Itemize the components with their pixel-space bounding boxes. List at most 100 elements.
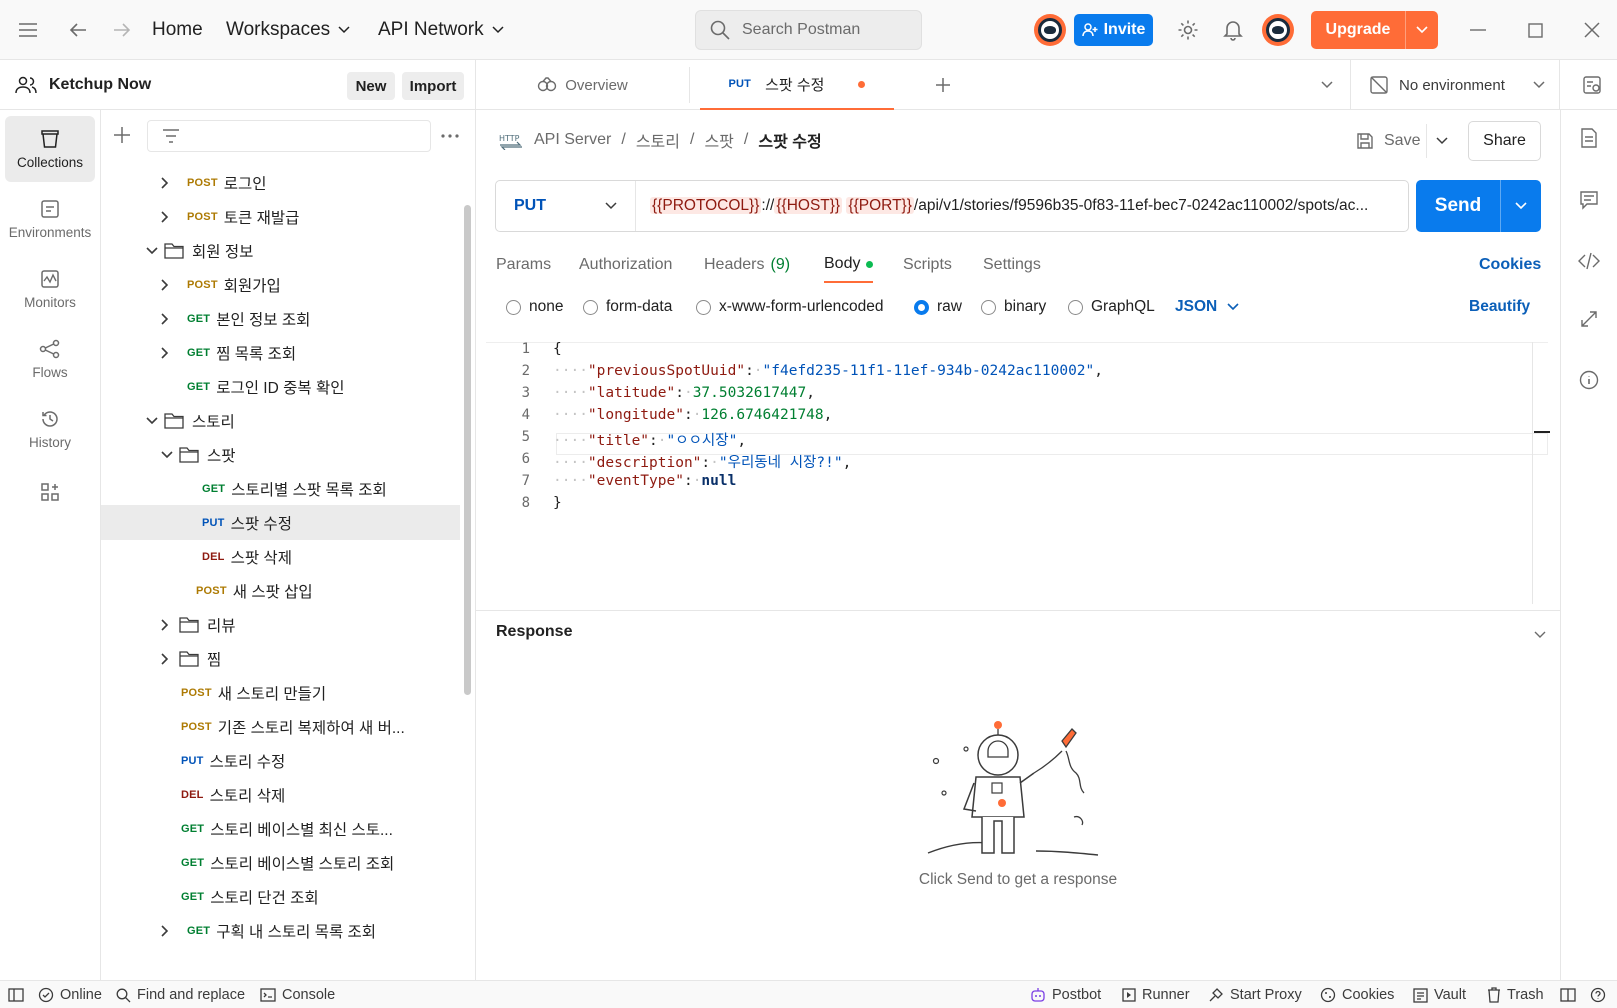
radio-raw[interactable]: raw [914, 296, 962, 318]
tree-request[interactable]: DEL 스토리 삭제 [101, 777, 460, 812]
rail-item-collections[interactable]: Collections [5, 116, 95, 182]
editor-scrollbar[interactable] [1532, 342, 1533, 604]
radio-form-data[interactable]: form-data [583, 296, 672, 318]
tree-request[interactable]: PUT 스토리 수정 [101, 743, 460, 778]
tab-scripts[interactable]: Scripts [903, 247, 952, 283]
rail-item-monitors[interactable]: Monitors [5, 256, 95, 322]
tree-request[interactable]: GET 스토리별 스팟 목록 조회 [101, 471, 460, 506]
tree-request[interactable]: POST 새 스팟 삽입 [101, 573, 460, 608]
breadcrumb-item[interactable]: API Server [534, 131, 611, 149]
tree-folder[interactable]: 리뷰 [101, 607, 460, 642]
new-tab-button[interactable] [926, 60, 960, 110]
runner-button[interactable]: Runner [1122, 981, 1190, 1008]
breadcrumb-current[interactable]: 스팟 수정 [758, 128, 821, 152]
documentation-icon[interactable] [1580, 128, 1598, 148]
api-network-menu[interactable]: API Network [378, 14, 504, 46]
environment-quick-look-icon[interactable] [1572, 60, 1612, 110]
chevron-down-icon[interactable] [1406, 26, 1438, 34]
radio-graphql[interactable]: GraphQL [1068, 296, 1155, 318]
radio-binary[interactable]: binary [981, 296, 1046, 318]
tab-settings[interactable]: Settings [983, 247, 1041, 283]
save-options-button[interactable] [1426, 124, 1456, 158]
tree-request[interactable]: POST 토큰 재발급 [101, 199, 460, 234]
tab-authorization[interactable]: Authorization [579, 247, 672, 283]
breadcrumb-item[interactable]: 스토리 [636, 128, 680, 152]
body-format-select[interactable]: JSON [1175, 296, 1239, 318]
cookies-button[interactable]: Cookies [1320, 981, 1394, 1008]
method-select[interactable]: PUT [496, 181, 636, 231]
postbot-button[interactable]: Postbot [1030, 981, 1101, 1008]
response-collapse-icon[interactable] [1534, 631, 1546, 639]
tree-request[interactable]: PUT 스팟 수정 [101, 505, 460, 540]
sidebar-scrollbar[interactable] [464, 205, 471, 695]
rail-item-environments[interactable]: Environments [5, 186, 95, 252]
comments-icon[interactable] [1579, 190, 1599, 210]
tree-request[interactable]: GET 로그인 ID 중복 확인 [101, 369, 460, 404]
user-avatar[interactable] [1262, 14, 1294, 46]
new-button[interactable]: New [347, 72, 395, 100]
close-icon[interactable] [1578, 18, 1606, 42]
chevron-down-icon[interactable] [146, 403, 158, 438]
tree-folder[interactable]: 스팟 [101, 437, 460, 472]
tab-overview[interactable]: Overview [476, 67, 690, 103]
tree-request[interactable]: GET 스토리 베이스별 스토리 조회 [101, 845, 460, 880]
tree-request[interactable]: GET 구획 내 스토리 목록 조회 [101, 913, 460, 948]
tab-body[interactable]: Body [824, 247, 874, 283]
code-snippet-icon[interactable] [1578, 252, 1600, 270]
back-arrow-icon[interactable] [64, 18, 92, 42]
rail-item-flows[interactable]: Flows [5, 326, 95, 392]
home-link[interactable]: Home [152, 14, 203, 46]
chevron-right-icon[interactable] [161, 335, 169, 370]
import-button[interactable]: Import [402, 72, 464, 100]
tree-request[interactable]: DEL 스팟 삭제 [101, 539, 460, 574]
filter-input[interactable] [147, 120, 431, 152]
save-button[interactable]: Save [1356, 124, 1420, 158]
online-status[interactable]: Online [38, 981, 102, 1008]
chevron-down-icon[interactable] [161, 437, 173, 472]
tree-request[interactable]: GET 스토리 베이스별 최신 스토... [101, 811, 460, 846]
tree-folder[interactable]: 찜 [101, 641, 460, 676]
chevron-right-icon[interactable] [161, 641, 169, 676]
minimize-icon[interactable] [1464, 18, 1492, 42]
radio-none[interactable]: none [506, 296, 563, 318]
add-collection-icon[interactable] [113, 126, 131, 144]
chevron-right-icon[interactable] [161, 607, 169, 642]
two-pane-view-icon[interactable] [1560, 981, 1576, 1008]
chevron-right-icon[interactable] [161, 267, 169, 302]
breadcrumb-item[interactable]: 스팟 [704, 128, 733, 152]
menu-icon[interactable] [14, 18, 42, 42]
start-proxy-button[interactable]: Start Proxy [1208, 981, 1302, 1008]
chevron-right-icon[interactable] [161, 165, 169, 200]
share-button[interactable]: Share [1468, 121, 1541, 161]
chevron-down-icon[interactable] [146, 233, 158, 268]
tree-request[interactable]: POST 새 스토리 만들기 [101, 675, 460, 710]
trash-button[interactable]: Trash [1487, 981, 1544, 1008]
info-icon[interactable] [1579, 370, 1599, 390]
maximize-icon[interactable] [1521, 18, 1549, 42]
search-input[interactable]: Search Postman [695, 10, 922, 50]
chevron-right-icon[interactable] [161, 913, 169, 948]
chevron-down-icon[interactable] [1501, 202, 1541, 210]
notifications-bell-icon[interactable] [1219, 16, 1247, 44]
help-icon[interactable] [1590, 981, 1606, 1008]
workspace-name[interactable]: Ketchup Now [15, 60, 151, 110]
tab-params[interactable]: Params [496, 247, 551, 283]
tab-active-request[interactable]: PUT 스팟 수정 [700, 60, 894, 110]
forward-arrow-icon[interactable] [108, 18, 136, 42]
rail-item-history[interactable]: History [5, 396, 95, 462]
rail-item-configure[interactable] [5, 470, 95, 514]
vault-button[interactable]: Vault [1413, 981, 1466, 1008]
tree-folder[interactable]: 회원 정보 [101, 233, 460, 268]
settings-gear-icon[interactable] [1174, 16, 1202, 44]
send-button[interactable]: Send [1416, 180, 1541, 232]
tabs-overflow-button[interactable] [1312, 60, 1342, 110]
tree-request[interactable]: GET 찜 목록 조회 [101, 335, 460, 370]
chevron-right-icon[interactable] [161, 301, 169, 336]
tree-request[interactable]: POST 로그인 [101, 165, 460, 200]
team-avatar[interactable] [1034, 14, 1066, 46]
tree-request[interactable]: GET 스토리 단건 조회 [101, 879, 460, 914]
upgrade-button[interactable]: Upgrade [1311, 11, 1438, 49]
console-button[interactable]: Console [260, 981, 335, 1008]
workspaces-menu[interactable]: Workspaces [226, 14, 350, 46]
tab-headers[interactable]: Headers (9) [704, 247, 790, 283]
